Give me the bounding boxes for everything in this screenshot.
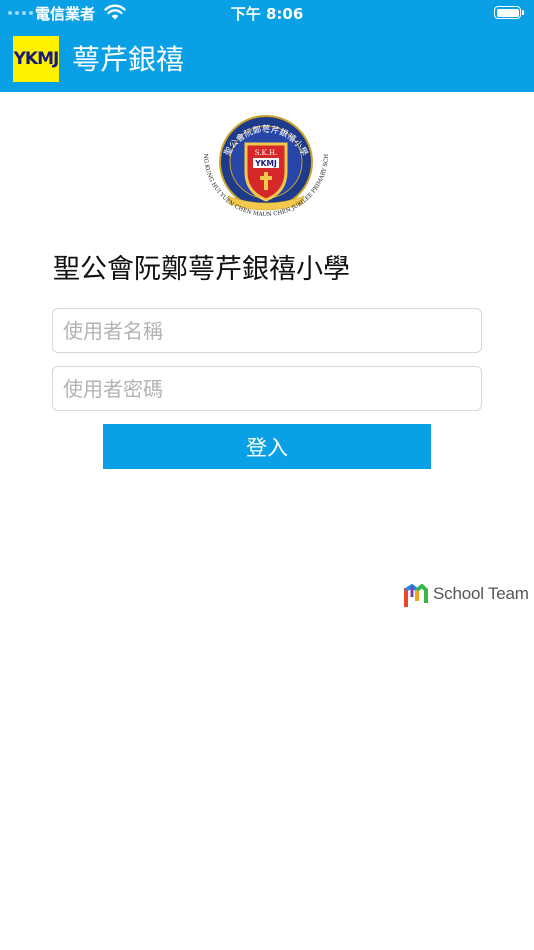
school-team-logo-icon (404, 584, 428, 607)
school-crest-logo: 聖公會阮鄭萼芹銀禧小學 S.K.H. YKMJ SHENG KUNG HUI Y… (198, 114, 330, 218)
status-time: 下午 8:06 (230, 5, 304, 23)
app-logo: YKMJ (13, 36, 59, 82)
login-screen: 電信業者 下午 8:06 YKMJ 萼芹銀禧 聖公會阮鄭萼芹銀禧小學 S.K.H… (0, 0, 534, 950)
nav-bar: YKMJ 萼芹銀禧 (0, 26, 534, 92)
crest-shield-text: S.K.H. (255, 149, 278, 157)
status-bar: 電信業者 下午 8:06 (0, 0, 534, 26)
login-button[interactable]: 登入 (103, 424, 431, 469)
vendor-branding: School Team (404, 581, 529, 607)
header: 電信業者 下午 8:06 YKMJ 萼芹銀禧 (0, 0, 534, 92)
school-name: 聖公會阮鄭萼芹銀禧小學 (53, 254, 350, 285)
crest-shield-logo: YKMJ (254, 159, 277, 168)
password-input[interactable] (52, 366, 482, 411)
vendor-name: School Team (433, 584, 529, 603)
nav-title: 萼芹銀禧 (72, 43, 185, 76)
username-input[interactable] (52, 308, 482, 353)
battery-icon (494, 6, 524, 19)
